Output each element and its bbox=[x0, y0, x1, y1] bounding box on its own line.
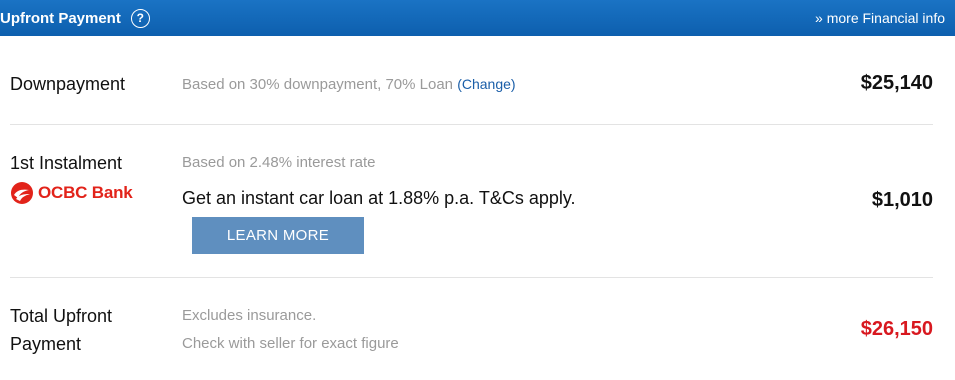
total-label-line2: Payment bbox=[10, 334, 82, 354]
downpayment-label: Downpayment bbox=[10, 74, 126, 94]
section-title: Upfront Payment bbox=[0, 9, 121, 27]
instalment-desc: Based on 2.48% interest rate bbox=[182, 154, 376, 171]
ocbc-logo-text: OCBC Bank bbox=[38, 183, 133, 202]
total-label-line1: Total Upfront bbox=[10, 306, 113, 326]
instalment-label: 1st Instalment bbox=[10, 153, 123, 173]
more-financial-info-link[interactable]: » more Financial info bbox=[815, 10, 945, 26]
learn-more-button[interactable]: LEARN MORE bbox=[192, 217, 364, 254]
downpayment-row: Downpayment Based on 30% downpayment, 70… bbox=[10, 36, 933, 124]
instalment-value: $1,010 bbox=[871, 189, 933, 211]
instalment-row: 1st Instalment OCBC Bank Based on 2.48% … bbox=[10, 125, 933, 277]
total-desc-line2: Check with seller for exact figure bbox=[182, 335, 399, 352]
total-row: Total Upfront Payment Excludes insurance… bbox=[10, 278, 933, 378]
total-desc-line1: Excludes insurance. bbox=[182, 307, 317, 324]
downpayment-desc-text: Based on 30% downpayment, 70% Loan bbox=[182, 76, 454, 93]
help-icon[interactable]: ? bbox=[130, 8, 150, 28]
downpayment-desc: Based on 30% downpayment, 70% Loan (Chan… bbox=[182, 73, 516, 96]
section-header: Upfront Payment ? » more Financial info bbox=[0, 0, 955, 36]
loan-promo-text: Get an instant car loan at 1.88% p.a. T&… bbox=[182, 188, 576, 208]
ocbc-bank-logo: OCBC Bank bbox=[10, 181, 133, 205]
ocbc-logo-icon bbox=[11, 182, 33, 204]
downpayment-value: $25,140 bbox=[860, 72, 933, 94]
header-left: Upfront Payment ? bbox=[0, 8, 150, 28]
change-link[interactable]: Change bbox=[462, 76, 511, 92]
total-value: $26,150 bbox=[860, 318, 933, 340]
change-close-paren: ) bbox=[510, 76, 516, 92]
